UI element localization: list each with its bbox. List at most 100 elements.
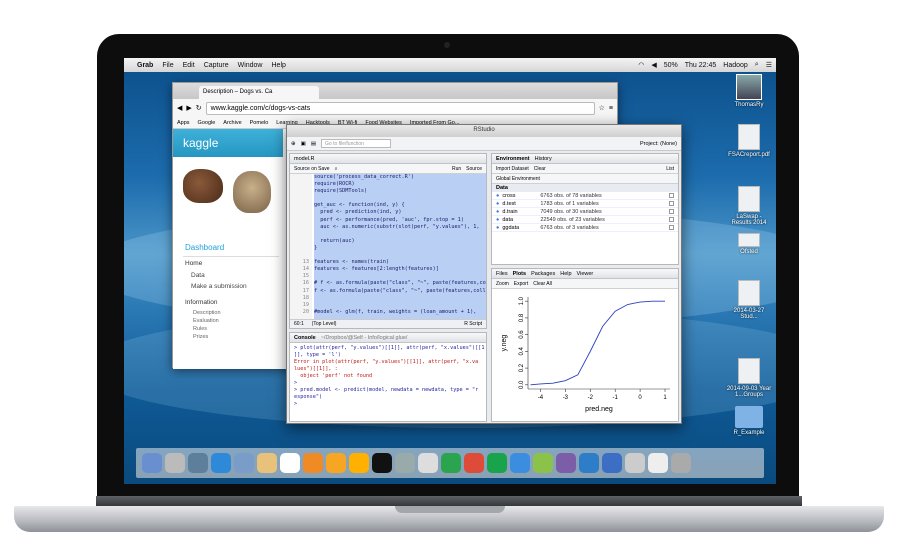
code-line[interactable] xyxy=(314,195,486,202)
wifi-icon[interactable]: ◠ xyxy=(638,61,644,69)
app-icon[interactable] xyxy=(441,453,461,473)
app-icon[interactable] xyxy=(487,453,507,473)
run-button[interactable]: Run xyxy=(452,166,461,172)
desktop-icon[interactable]: FSACreport.pdf xyxy=(726,124,772,158)
zoom-button[interactable]: Zoom xyxy=(496,281,509,287)
app-icon[interactable] xyxy=(648,453,668,473)
tab-files[interactable]: Files xyxy=(496,271,508,277)
view-icon[interactable] xyxy=(669,193,674,198)
menu-icon[interactable]: ≡ xyxy=(609,105,613,112)
browser-tab[interactable]: Description – Dogs vs. Ca xyxy=(199,86,319,99)
app-icon[interactable] xyxy=(303,453,323,473)
desktop-icon[interactable]: R_Example xyxy=(726,406,772,436)
menu-file[interactable]: File xyxy=(162,62,173,69)
code-line[interactable]: return(auc) xyxy=(314,238,486,245)
bookmark-item[interactable]: Google xyxy=(198,120,216,126)
app-icon[interactable] xyxy=(556,453,576,473)
tab-viewer[interactable]: Viewer xyxy=(577,271,594,277)
search-icon[interactable]: ⌕ xyxy=(335,166,338,172)
menu-edit[interactable]: Edit xyxy=(183,62,195,69)
desktop-icon[interactable]: ThomasRy xyxy=(726,74,772,108)
app-icon[interactable] xyxy=(533,453,553,473)
tab-environment[interactable]: Environment xyxy=(496,156,530,162)
app-icon[interactable] xyxy=(165,453,185,473)
code-line[interactable]: require(ROCR) xyxy=(314,181,486,188)
bookmark-item[interactable]: Archive xyxy=(223,120,241,126)
app-icon[interactable] xyxy=(257,453,277,473)
env-row[interactable]: ● ggdata 6763 obs. of 3 variables xyxy=(492,224,678,232)
menu-help[interactable]: Help xyxy=(272,62,286,69)
list-view-button[interactable]: List xyxy=(666,166,674,172)
console-output[interactable]: > plot(attr(perf, "y.values")[[1]], attr… xyxy=(290,343,486,421)
code-line[interactable]: } xyxy=(314,245,486,252)
scope-indicator[interactable]: (Top Level) xyxy=(312,321,337,327)
clock[interactable]: Thu 22:45 xyxy=(685,62,717,69)
app-icon[interactable] xyxy=(579,453,599,473)
export-button[interactable]: Export xyxy=(514,281,528,287)
source-button[interactable]: Source xyxy=(466,166,482,172)
search-icon[interactable]: ⌕ xyxy=(755,61,759,69)
app-icon[interactable] xyxy=(510,453,530,473)
app-icon[interactable] xyxy=(234,453,254,473)
code-line[interactable]: perf <- performance(pred, 'auc', fpr.sto… xyxy=(314,217,486,224)
url-bar[interactable]: www.kaggle.com/c/dogs-vs-cats xyxy=(205,101,595,115)
code-lines[interactable]: source('process_data_correct.R') require(… xyxy=(314,174,486,320)
code-line[interactable] xyxy=(314,273,486,280)
forward-icon[interactable]: ▶ xyxy=(186,104,191,112)
clear-button[interactable]: Clear xyxy=(534,166,546,172)
env-row[interactable]: ● data 22549 obs. of 23 variables xyxy=(492,216,678,224)
app-icon[interactable] xyxy=(625,453,645,473)
code-area[interactable]: 13 14 15 16 17 18 19 20 source('process_data_co… xyxy=(290,174,486,320)
star-icon[interactable]: ☆ xyxy=(599,104,605,112)
code-line[interactable]: get_auc <- function(ind, y) { xyxy=(314,202,486,209)
app-icon[interactable] xyxy=(464,453,484,473)
code-line[interactable]: #model <- glm(f, train, weights = (loan_… xyxy=(314,309,486,316)
app-icon[interactable] xyxy=(671,453,691,473)
code-line[interactable] xyxy=(314,252,486,259)
sidebar-item-description[interactable]: Description xyxy=(183,309,279,317)
open-icon[interactable]: ▣ xyxy=(301,141,306,147)
menu-capture[interactable]: Capture xyxy=(204,62,229,69)
sidebar-item-rules[interactable]: Rules xyxy=(183,325,279,333)
view-icon[interactable] xyxy=(669,201,674,206)
app-icon[interactable] xyxy=(395,453,415,473)
sidebar-dashboard[interactable]: Dashboard xyxy=(183,239,279,257)
user-name[interactable]: Hadoop xyxy=(723,62,748,69)
code-line[interactable] xyxy=(314,302,486,309)
new-file-icon[interactable]: ⊕ xyxy=(291,141,296,147)
tab-plots[interactable]: Plots xyxy=(513,271,526,277)
app-icon[interactable] xyxy=(188,453,208,473)
back-icon[interactable]: ◀ xyxy=(177,104,182,112)
menu-window[interactable]: Window xyxy=(238,62,263,69)
reload-icon[interactable]: ↻ xyxy=(196,104,202,112)
env-row[interactable]: ● d.train 7049 obs. of 30 variables xyxy=(492,208,678,216)
goto-input[interactable]: Go to file/function xyxy=(321,139,392,148)
code-line[interactable] xyxy=(314,231,486,238)
app-icon[interactable] xyxy=(211,453,231,473)
app-icon[interactable] xyxy=(349,453,369,473)
code-line[interactable]: # f <- as.formula(paste("class", "~", pa… xyxy=(314,280,486,287)
list-icon[interactable]: ☰ xyxy=(766,61,772,69)
volume-icon[interactable]: ◀ xyxy=(651,61,656,69)
desktop-icon[interactable]: 2014-03-27 Stud... xyxy=(726,280,772,320)
app-icon[interactable] xyxy=(326,453,346,473)
sidebar-item-home[interactable]: Home xyxy=(183,257,279,270)
menu-app[interactable]: Grab xyxy=(137,62,153,69)
code-line[interactable]: features <- features[2:length(features)] xyxy=(314,266,486,273)
app-icon[interactable] xyxy=(280,453,300,473)
code-line[interactable]: f <- as.formula(paste("class", "~", past… xyxy=(314,288,486,295)
global-env-select[interactable]: Global Environment xyxy=(496,176,540,182)
view-icon[interactable] xyxy=(669,225,674,230)
save-icon[interactable]: ▤ xyxy=(311,141,316,147)
app-icon[interactable] xyxy=(142,453,162,473)
view-icon[interactable] xyxy=(669,217,674,222)
desktop-icon[interactable]: Ofsted xyxy=(726,233,772,255)
env-row[interactable]: ● d.test 1783 obs. of 1 variables xyxy=(492,200,678,208)
bookmark-item[interactable]: Apps xyxy=(177,120,190,126)
tab-help[interactable]: Help xyxy=(560,271,571,277)
app-icon[interactable] xyxy=(372,453,392,473)
console-title[interactable]: Console xyxy=(294,335,316,341)
file-tab[interactable]: model.R xyxy=(294,156,314,162)
sidebar-item-data[interactable]: Data xyxy=(183,270,279,281)
source-on-save[interactable]: Source on Save xyxy=(294,166,330,172)
